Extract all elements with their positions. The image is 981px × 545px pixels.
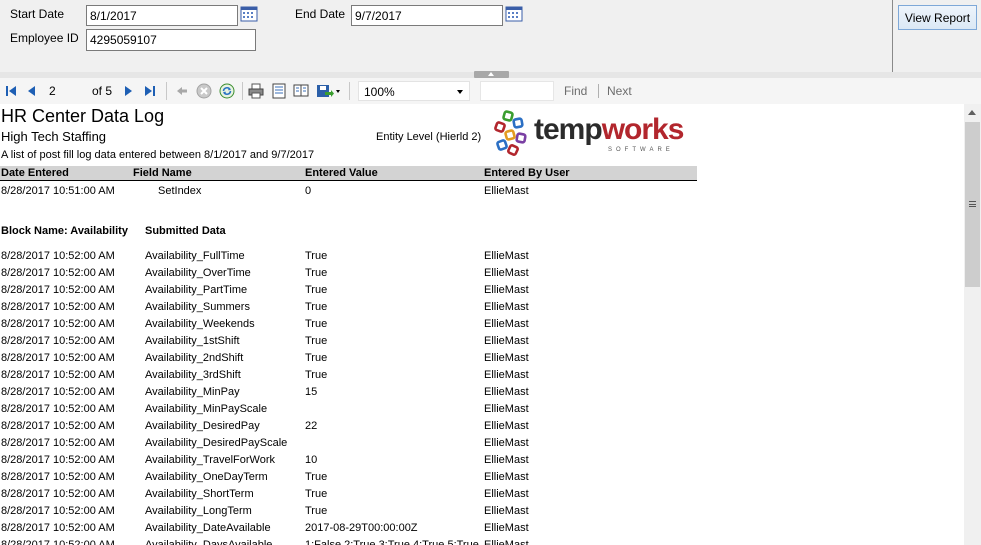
table-row: 8/28/2017 10:52:00 AM Availability_DateAv… — [1, 522, 529, 534]
column-field-name: Field Name — [133, 167, 192, 179]
find-separator — [598, 84, 599, 98]
toolbar-separator — [242, 82, 243, 100]
table-row: 8/28/2017 10:52:00 AM Availability_1stShi… — [1, 335, 529, 347]
previous-page-icon[interactable] — [24, 83, 40, 99]
table-row: 8/28/2017 10:52:00 AM Availability_Travel… — [1, 454, 529, 466]
page-count: of 5 — [92, 84, 113, 98]
scroll-up-icon[interactable] — [968, 110, 976, 115]
table-row: 8/28/2017 10:52:00 AM Availability_Summer… — [1, 301, 529, 313]
collapse-parameters-icon[interactable] — [474, 71, 509, 78]
panel-divider — [892, 0, 893, 72]
back-icon[interactable] — [174, 83, 190, 99]
table-row: 8/28/2017 10:52:00 AM Availability_LongTe… — [1, 505, 529, 517]
table-row: 8/28/2017 10:52:00 AM Availability_FullTi… — [1, 250, 529, 262]
table-row: 8/28/2017 10:52:00 AM Availability_OneDay… — [1, 471, 529, 483]
report-toolbar: of 5 100% Find Next — [0, 78, 981, 104]
column-entered-by-user: Entered By User — [484, 167, 570, 179]
employee-id-input[interactable] — [86, 29, 256, 51]
block-header: Block Name: Availability Submitted Data — [0, 225, 697, 240]
current-page-input[interactable] — [46, 82, 84, 100]
submitted-data-label: Submitted Data — [145, 225, 226, 237]
table-row: 8/28/2017 10:52:00 AM Availability_2ndShi… — [1, 352, 529, 364]
last-page-icon[interactable] — [142, 83, 158, 99]
view-report-button[interactable]: View Report — [898, 5, 977, 30]
table-row: 8/28/2017 10:52:00 AM Availability_3rdShi… — [1, 369, 529, 381]
toolbar-separator — [349, 82, 350, 100]
logo-mark-icon — [494, 110, 527, 156]
toolbar-separator — [166, 82, 167, 100]
stop-icon[interactable] — [196, 83, 212, 99]
table-row: 8/28/2017 10:52:00 AM Availability_OverTi… — [1, 267, 529, 279]
report-title: HR Center Data Log — [1, 106, 165, 126]
next-page-icon[interactable] — [120, 83, 136, 99]
find-next-button[interactable]: Next — [607, 84, 632, 98]
table-header: Date Entered Field Name Entered Value En… — [0, 166, 697, 181]
block-name: Block Name: Availability — [1, 225, 128, 237]
table-row: 8/28/2017 10:51:00 AM SetIndex 0 EllieMa… — [1, 185, 529, 197]
table-row: 8/28/2017 10:52:00 AM Availability_Weeken… — [1, 318, 529, 330]
first-page-icon[interactable] — [3, 83, 19, 99]
employee-id-label: Employee ID — [10, 31, 79, 45]
logo-subtitle: SOFTWARE — [608, 147, 674, 153]
entity-level: Entity Level (Hierld 2) — [376, 131, 482, 143]
scrollbar-thumb[interactable] — [965, 122, 980, 287]
print-icon[interactable] — [248, 83, 264, 99]
table-row: 8/28/2017 10:52:00 AM Availability_ShortT… — [1, 488, 529, 500]
parameter-panel: Start Date End Date Employee ID View Rep… — [0, 0, 981, 72]
page-setup-icon[interactable] — [293, 83, 309, 99]
start-date-input[interactable] — [86, 5, 238, 26]
logo-wordmark: tempworks — [534, 113, 684, 146]
report-company: High Tech Staffing — [1, 129, 107, 144]
table-row: 8/28/2017 10:52:00 AM Availability_Desire… — [1, 437, 529, 449]
report-description: A list of post fill log data entered bet… — [1, 149, 315, 161]
end-date-input[interactable] — [351, 5, 503, 26]
print-layout-icon[interactable] — [271, 83, 287, 99]
report-viewer: HR Center Data Log High Tech Staffing En… — [0, 104, 964, 545]
export-icon[interactable] — [316, 83, 342, 99]
column-date-entered: Date Entered — [1, 167, 69, 179]
table-row: 8/28/2017 10:52:00 AM Availability_MinPay… — [1, 386, 529, 398]
find-input[interactable] — [480, 81, 554, 101]
table-row: 8/28/2017 10:52:00 AM Availability_DaysAv… — [1, 539, 529, 545]
end-date-calendar-icon[interactable] — [505, 6, 523, 22]
start-date-label: Start Date — [10, 7, 65, 21]
vertical-scrollbar[interactable] — [964, 104, 981, 545]
grip-icon — [969, 201, 976, 207]
table-row: 8/28/2017 10:52:00 AM Availability_MinPay… — [1, 403, 529, 415]
chevron-down-icon — [457, 90, 463, 94]
table-row: 8/28/2017 10:52:00 AM Availability_Desire… — [1, 420, 529, 432]
start-date-calendar-icon[interactable] — [240, 6, 258, 22]
table-row: 8/28/2017 10:52:00 AM Availability_PartTi… — [1, 284, 529, 296]
refresh-icon[interactable] — [219, 83, 235, 99]
find-button[interactable]: Find — [564, 84, 587, 98]
column-entered-value: Entered Value — [305, 167, 378, 179]
tempworks-logo: tempworks SOFTWARE — [488, 109, 688, 159]
end-date-label: End Date — [295, 7, 346, 21]
zoom-select[interactable]: 100% — [358, 81, 470, 101]
